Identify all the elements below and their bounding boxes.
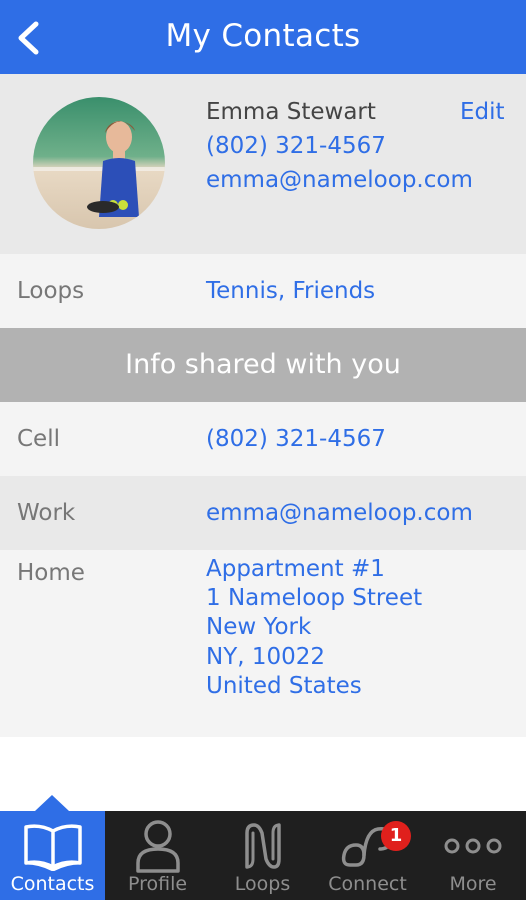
page-title: My Contacts [165,18,361,54]
tab-label: Connect [328,873,407,895]
tab-contacts[interactable]: Contacts [0,795,105,900]
more-dots-icon [444,838,502,854]
tab-more[interactable]: More [420,811,526,900]
cell-label: Cell [17,426,60,452]
tab-loops[interactable]: Loops [210,811,315,900]
person-icon [135,820,180,873]
loops-logo-icon [244,823,281,869]
work-label: Work [17,500,76,526]
home-label: Home [17,560,85,586]
tab-label: More [449,873,497,895]
home-row: Home Appartment #1 1 Nameloop Street New… [0,550,526,737]
home-address-link[interactable]: Appartment #1 1 Nameloop Street New York… [206,555,422,701]
notification-badge: 1 [381,821,411,851]
work-value-link[interactable]: emma@nameloop.com [206,500,473,526]
bottom-tab-bar: Contacts Profile Loops 1 Connect More [0,795,526,900]
address-line: United States [206,672,362,699]
tab-label: Loops [234,873,291,895]
loops-value-link[interactable]: Tennis, Friends [206,278,375,304]
book-icon [23,824,82,871]
contact-phone-link[interactable]: (802) 321-4567 [206,133,386,159]
section-header-shared-info: Info shared with you [0,328,526,402]
loops-row: Loops Tennis, Friends [0,254,526,328]
tab-label: Contacts [10,873,95,895]
address-line: 1 Nameloop Street [206,585,423,612]
contact-name: Emma Stewart [206,99,376,125]
avatar [33,97,165,229]
header-bar: My Contacts [0,0,526,74]
cell-value-link[interactable]: (802) 321-4567 [206,426,386,452]
work-row: Work emma@nameloop.com [0,476,526,550]
active-tab-pointer [35,795,69,811]
tab-connect[interactable]: 1 Connect [315,811,420,900]
edit-button[interactable]: Edit [460,99,505,125]
address-line: New York [206,614,312,641]
address-line: NY, 10022 [206,643,326,670]
address-line: Appartment #1 [206,556,385,582]
tab-label: Profile [127,873,188,895]
contact-card: Emma Stewart (802) 321-4567 emma@nameloo… [0,74,526,254]
tab-profile[interactable]: Profile [105,811,210,900]
contact-email-link[interactable]: emma@nameloop.com [206,167,473,193]
loops-label: Loops [17,278,85,304]
cell-row: Cell (802) 321-4567 [0,402,526,476]
